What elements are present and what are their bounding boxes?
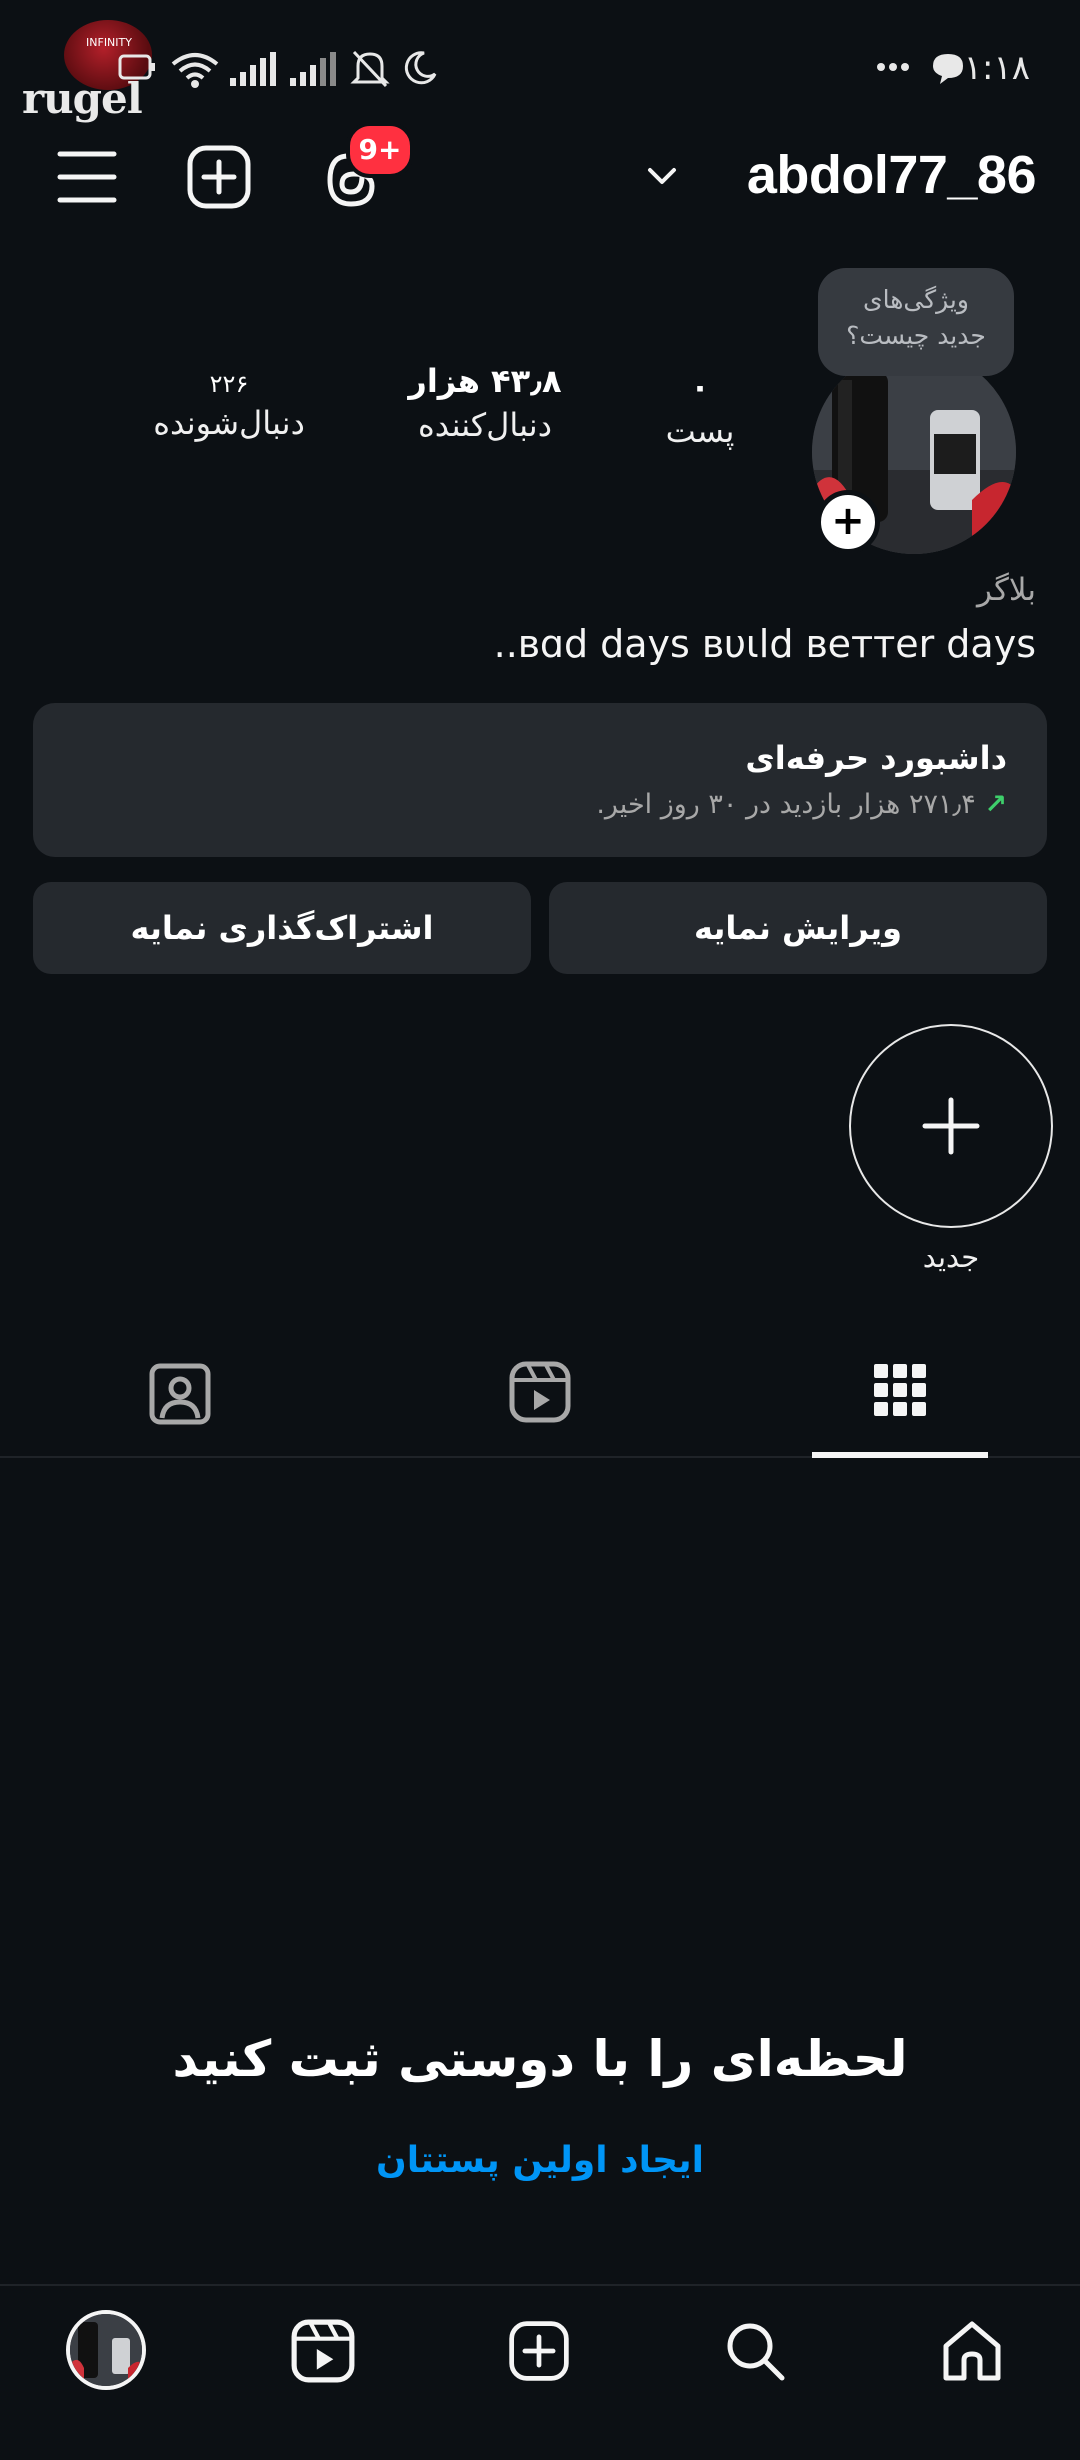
active-tab-indicator — [812, 1452, 988, 1458]
chevron-down-icon[interactable] — [644, 160, 680, 190]
professional-dashboard[interactable]: داشبورد حرفه‌ای ↗ ۲۷۱٫۴ هزار بازدید در ۳… — [33, 703, 1047, 857]
plus-icon — [922, 1097, 980, 1155]
status-bar: INFINITY rugel ۱:۱۸ — [0, 0, 1080, 130]
signal-icon — [290, 52, 336, 86]
profile-category: بلاگر — [977, 572, 1036, 608]
more-dots-icon — [877, 63, 909, 71]
watermark-inner-text: INFINITY — [86, 36, 132, 49]
trend-up-icon: ↗ — [984, 789, 1007, 820]
edit-profile-button[interactable]: ویرایش نمایه — [549, 882, 1047, 974]
create-first-post-link[interactable]: ایجاد اولین پستتان — [0, 2140, 1080, 2181]
stat-posts[interactable]: ۰ پست — [640, 368, 760, 450]
create-icon[interactable] — [506, 2318, 572, 2384]
stat-followers-value: ۴۳٫۸ هزار — [408, 362, 562, 400]
reels-icon[interactable] — [508, 1360, 572, 1424]
signal-icon — [230, 52, 276, 86]
bottom-nav-divider — [0, 2284, 1080, 2286]
avatar-photo — [70, 2314, 142, 2386]
stat-posts-label: پست — [665, 412, 735, 450]
stat-followers[interactable]: ۴۳٫۸ هزار دنبال‌کننده — [390, 362, 580, 444]
notification-badge: 9+ — [346, 122, 414, 178]
stat-posts-value: ۰ — [690, 368, 710, 406]
new-highlight-button[interactable] — [849, 1024, 1053, 1228]
chat-bubble-icon — [933, 54, 963, 84]
create-icon[interactable] — [184, 142, 254, 212]
battery-icon — [118, 54, 155, 80]
stat-followers-label: دنبال‌کننده — [418, 406, 552, 444]
dashboard-title: داشبورد حرفه‌ای — [745, 739, 1007, 777]
search-icon[interactable] — [722, 2318, 788, 2384]
profile-avatar[interactable] — [66, 2310, 146, 2390]
whats-new-bubble[interactable]: ویژگی‌های جدید چیست؟ — [818, 268, 1014, 376]
bubble-line-1: ویژگی‌های — [863, 285, 969, 314]
grid-icon[interactable] — [870, 1360, 930, 1420]
dashboard-views: ۲۷۱٫۴ هزار بازدید در ۳۰ روز اخیر. — [596, 789, 976, 820]
reels-icon[interactable] — [290, 2318, 356, 2384]
home-icon[interactable] — [938, 2316, 1006, 2384]
status-time: ۱:۱۸ — [963, 48, 1030, 88]
stat-following-label: دنبال‌شونده — [153, 404, 305, 442]
new-highlight-label: جدید — [922, 1240, 980, 1274]
dashboard-subtitle: ↗ ۲۷۱٫۴ هزار بازدید در ۳۰ روز اخیر. — [596, 789, 1007, 820]
stat-following[interactable]: ۲۲۶ دنبال‌شونده — [134, 370, 324, 442]
bell-muted-icon — [350, 50, 390, 88]
menu-icon[interactable] — [52, 142, 122, 212]
wifi-icon — [171, 53, 219, 88]
profile-bio: ..ʙɑd days ʙυιld ʙeттer days — [493, 622, 1036, 666]
stat-following-value: ۲۲۶ — [209, 370, 249, 398]
moon-icon — [404, 51, 437, 85]
tagged-icon[interactable] — [148, 1362, 212, 1426]
bubble-line-2: جدید چیست؟ — [846, 321, 986, 350]
add-story-button[interactable]: + — [816, 490, 880, 554]
username[interactable]: abdol77_86 — [747, 144, 1037, 206]
empty-state-title: لحظه‌ای را با دوستی ثبت کنید — [172, 2030, 908, 2088]
share-profile-button[interactable]: اشتراک‌گذاری نمایه — [33, 882, 531, 974]
